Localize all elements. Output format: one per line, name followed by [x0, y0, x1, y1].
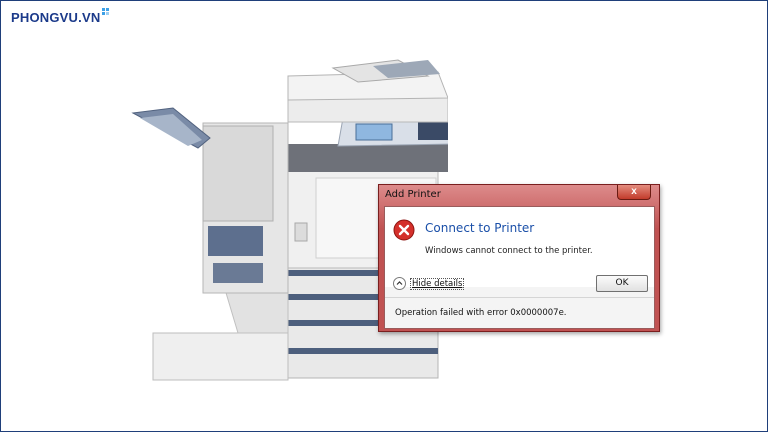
chevron-up-icon	[393, 277, 406, 290]
error-icon	[393, 219, 415, 241]
hide-details-toggle[interactable]: Hide details	[393, 277, 465, 290]
hide-details-label: Hide details	[410, 277, 465, 290]
dialog-title: Add Printer	[385, 189, 441, 200]
dialog-message: Windows cannot connect to the printer.	[425, 246, 593, 256]
close-button[interactable]: x	[617, 185, 651, 200]
dialog-heading: Connect to Printer	[425, 221, 535, 235]
error-detail-text: Operation failed with error 0x0000007e.	[395, 308, 567, 318]
add-printer-dialog: Add Printer x Connect to Printer Windows…	[378, 184, 660, 332]
details-divider	[385, 297, 654, 298]
ok-button[interactable]: OK	[596, 275, 648, 292]
dialog-body: Connect to Printer Windows cannot connec…	[384, 206, 655, 329]
logo-dots-icon	[102, 8, 110, 16]
logo-text: PHONGVU.VN	[11, 10, 101, 25]
brand-logo: PHONGVU.VN	[11, 8, 110, 25]
